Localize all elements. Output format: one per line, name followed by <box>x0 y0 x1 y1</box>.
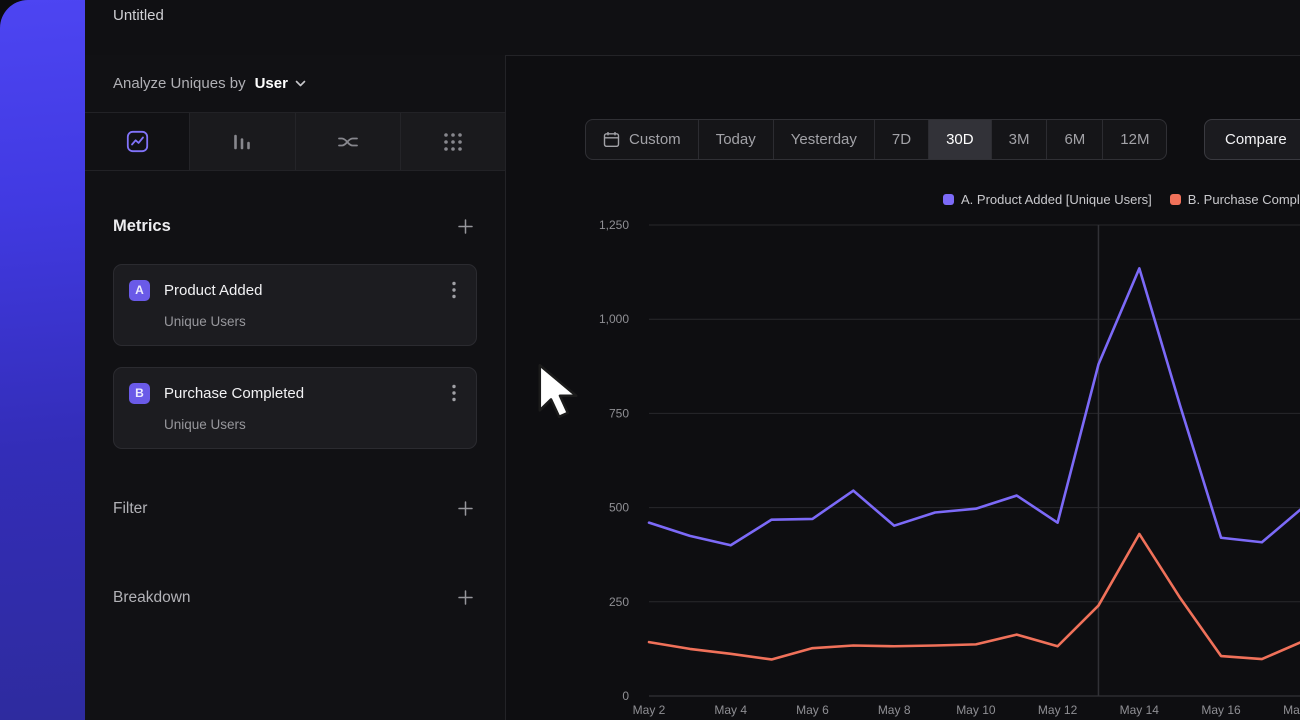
date-range-custom[interactable]: Custom <box>586 120 698 159</box>
metric-options-button[interactable] <box>447 279 461 301</box>
plus-icon <box>456 217 475 236</box>
metric-card-row: B Purchase Completed <box>129 382 461 404</box>
svg-text:1,250: 1,250 <box>599 218 629 232</box>
svg-text:750: 750 <box>609 406 629 420</box>
analyze-by-dropdown[interactable]: User <box>255 75 306 92</box>
metric-name: Purchase Completed <box>164 385 433 402</box>
svg-text:500: 500 <box>609 501 629 515</box>
date-range-today[interactable]: Today <box>698 120 773 159</box>
metric-options-button[interactable] <box>447 382 461 404</box>
date-range-7d[interactable]: 7D <box>874 120 928 159</box>
analytics-app-screen: Untitled Analyze Uniques by User <box>0 0 1300 720</box>
add-metric-button[interactable] <box>454 215 477 238</box>
chart-panel: Custom Today Yesterday 7D 30D 3M 6M 12M … <box>506 55 1300 720</box>
svg-text:May 6: May 6 <box>796 703 829 717</box>
top-bar: Untitled <box>85 0 1300 55</box>
analyze-by-value: User <box>255 75 288 92</box>
chevron-down-icon <box>295 80 306 87</box>
add-breakdown-button[interactable] <box>454 586 477 609</box>
metric-badge: A <box>129 280 150 301</box>
app-body: Analyze Uniques by User <box>85 55 1300 720</box>
metrics-title: Metrics <box>113 217 171 236</box>
kebab-menu-icon <box>452 384 456 402</box>
date-range-30d[interactable]: 30D <box>928 120 991 159</box>
mouse-cursor <box>537 362 579 420</box>
svg-text:May 4: May 4 <box>714 703 747 717</box>
add-filter-button[interactable] <box>454 497 477 520</box>
sidebar-content: Metrics A Product Added <box>85 171 505 609</box>
chart-type-tabs <box>85 113 505 171</box>
date-range-yesterday[interactable]: Yesterday <box>773 120 874 159</box>
metric-measurement[interactable]: Unique Users <box>164 314 461 329</box>
report-title[interactable]: Untitled <box>113 7 164 24</box>
date-range-label: Custom <box>629 131 681 148</box>
metric-card[interactable]: B Purchase Completed Unique Users <box>113 367 477 449</box>
metric-badge: B <box>129 383 150 404</box>
filter-title: Filter <box>113 500 147 518</box>
tab-retention[interactable] <box>400 113 505 170</box>
background-gradient <box>0 0 85 720</box>
plus-icon <box>456 588 475 607</box>
query-sidebar: Analyze Uniques by User <box>85 55 506 720</box>
metric-card[interactable]: A Product Added Unique Users <box>113 264 477 346</box>
tab-insights[interactable] <box>85 113 189 170</box>
svg-text:May 14: May 14 <box>1120 703 1160 717</box>
compare-button[interactable]: Compare <box>1204 119 1300 160</box>
calendar-icon <box>603 131 620 148</box>
metric-measurement[interactable]: Unique Users <box>164 417 461 432</box>
date-range-12m[interactable]: 12M <box>1102 120 1166 159</box>
svg-text:May 12: May 12 <box>1038 703 1078 717</box>
kebab-menu-icon <box>452 281 456 299</box>
metrics-section-header: Metrics <box>113 215 477 238</box>
svg-text:May 2: May 2 <box>633 703 666 717</box>
analyze-header: Analyze Uniques by User <box>85 55 505 113</box>
svg-text:May 16: May 16 <box>1201 703 1241 717</box>
date-range-picker: Custom Today Yesterday 7D 30D 3M 6M 12M <box>585 119 1167 160</box>
metric-card-row: A Product Added <box>129 279 461 301</box>
date-range-6m[interactable]: 6M <box>1046 120 1102 159</box>
line-chart-icon <box>126 130 149 153</box>
plus-icon <box>456 499 475 518</box>
svg-text:1,000: 1,000 <box>599 312 629 326</box>
flows-icon <box>336 131 360 153</box>
metric-name: Product Added <box>164 282 433 299</box>
retention-grid-icon <box>442 131 464 153</box>
breakdown-section-header: Breakdown <box>113 586 477 609</box>
svg-text:May 8: May 8 <box>878 703 911 717</box>
analyze-label: Analyze Uniques by <box>113 75 246 92</box>
svg-text:250: 250 <box>609 595 629 609</box>
svg-text:0: 0 <box>622 689 629 703</box>
bar-chart-icon <box>231 131 253 153</box>
date-range-3m[interactable]: 3M <box>991 120 1047 159</box>
line-chart[interactable]: 0 250 500 750 1,000 1,250 May 2 May 4 May 6 May 8… <box>506 181 1300 720</box>
tab-flows[interactable] <box>295 113 400 170</box>
app-window: Untitled Analyze Uniques by User <box>85 0 1300 720</box>
svg-text:May 10: May 10 <box>956 703 996 717</box>
breakdown-title: Breakdown <box>113 589 191 607</box>
filter-section-header: Filter <box>113 497 477 520</box>
tab-funnels[interactable] <box>189 113 294 170</box>
svg-text:May 18: May 18 <box>1283 703 1300 717</box>
